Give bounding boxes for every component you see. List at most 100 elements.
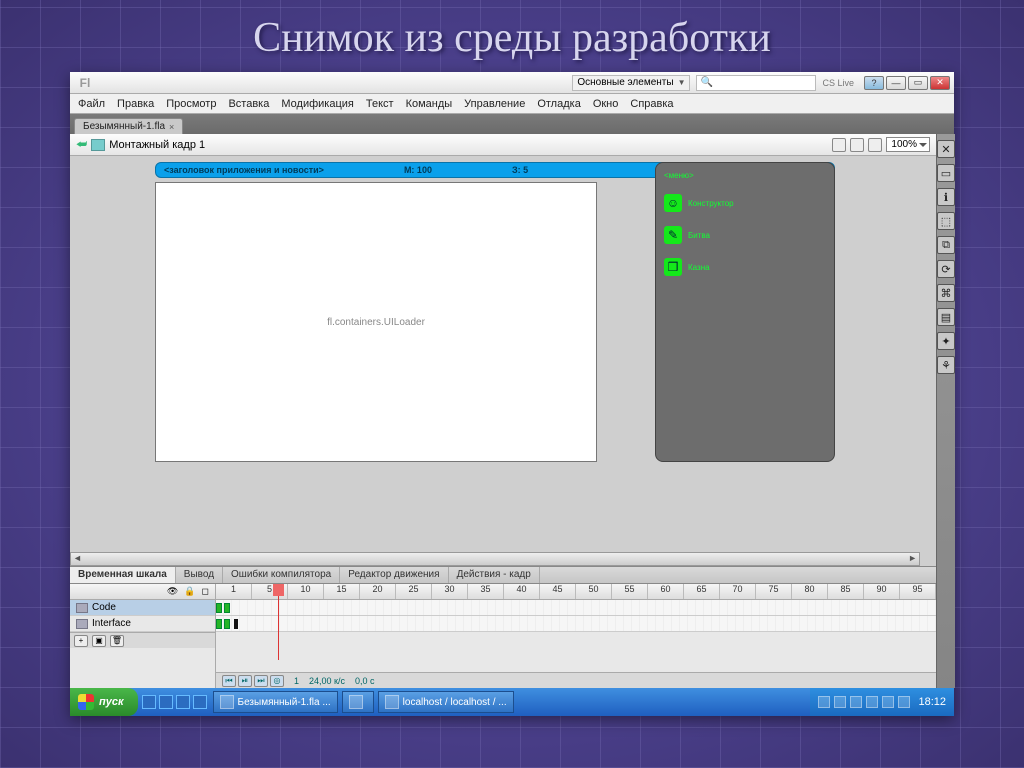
tool-button[interactable]: ⌘ [937, 284, 955, 302]
close-icon[interactable]: × [169, 122, 174, 132]
tray-icon[interactable] [898, 696, 910, 708]
tool-button[interactable]: ⚘ [937, 356, 955, 374]
delete-layer-button[interactable]: 🗑 [110, 635, 124, 647]
keyframe-icon[interactable] [224, 603, 230, 613]
keyframe-icon[interactable] [216, 603, 222, 613]
lock-icon[interactable]: 🔒 [184, 586, 195, 597]
document-tab[interactable]: Безымянный-1.fla × [74, 118, 183, 134]
ruler-tick: 65 [684, 584, 720, 599]
workspace-label: Основные элементы [577, 77, 673, 88]
quick-launch-icon[interactable] [159, 695, 173, 709]
panel-tab[interactable]: Вывод [176, 567, 223, 583]
preview-menu-item[interactable]: ✎Битва [664, 226, 826, 244]
taskbar-item[interactable]: Безымянный-1.fla ... [213, 691, 338, 713]
app-titlebar: Fl Основные элементы ▼ 🔍 CS Live ? — ▭ ✕ [70, 72, 954, 94]
menu-справка[interactable]: Справка [630, 98, 673, 110]
tool-button[interactable]: ▭ [937, 164, 955, 182]
tray-icon[interactable] [850, 696, 862, 708]
tool-button[interactable]: ✦ [937, 332, 955, 350]
keyframe-icon[interactable] [216, 619, 222, 629]
minimize-button[interactable]: — [886, 76, 906, 90]
tool-button[interactable]: ⬚ [937, 212, 955, 230]
layer-row[interactable]: Interface [70, 616, 215, 632]
tool-button[interactable]: ⟳ [937, 260, 955, 278]
taskbar-item[interactable]: localhost / localhost / ... [378, 691, 514, 713]
frame-nav-icon[interactable]: ⏯ [238, 675, 252, 687]
document-tab-label: Безымянный-1.fla [83, 121, 165, 132]
menu-управление[interactable]: Управление [464, 98, 525, 110]
panel-tab[interactable]: Редактор движения [340, 567, 448, 583]
quick-launch-icon[interactable] [193, 695, 207, 709]
panel-tab[interactable]: Действия - кадр [449, 567, 540, 583]
layer-header: 👁 🔒 ◻ [70, 584, 215, 600]
new-folder-button[interactable]: ▣ [92, 635, 106, 647]
outline-icon[interactable]: ◻ [202, 586, 209, 597]
tray-icon[interactable] [882, 696, 894, 708]
right-toolbox: ✕ ▭ ℹ ⬚ ⧉ ⟳ ⌘ ▤ ✦ ⚘ [936, 134, 955, 688]
uiloader-placeholder: fl.containers.UILoader [155, 182, 597, 462]
new-layer-button[interactable]: + [74, 635, 88, 647]
ruler-tick: 35 [468, 584, 504, 599]
maximize-button[interactable]: ▭ [908, 76, 928, 90]
tool-button[interactable]: ℹ [937, 188, 955, 206]
preview-header-text: <заголовок приложения и новости> [164, 165, 324, 175]
menu-правка[interactable]: Правка [117, 98, 154, 110]
tray-icon[interactable] [818, 696, 830, 708]
panel-tab[interactable]: Ошибки компилятора [223, 567, 340, 583]
menu-команды[interactable]: Команды [406, 98, 453, 110]
ruler-tick: 20 [360, 584, 396, 599]
frames-column[interactable]: 15101520253035404550556065707580859095 ⏮ [216, 584, 936, 688]
tool-button[interactable]: ⧉ [937, 236, 955, 254]
menu-вставка[interactable]: Вставка [228, 98, 269, 110]
menu-файл[interactable]: Файл [78, 98, 105, 110]
edit-symbol-icon[interactable] [850, 138, 864, 152]
ruler-tick: 25 [396, 584, 432, 599]
keyframe-icon[interactable] [224, 619, 230, 629]
chevron-down-icon: ▼ [678, 78, 686, 87]
tool-button[interactable]: ✕ [937, 140, 955, 158]
frame-icon[interactable] [234, 619, 238, 629]
preview-menu-title: <меню> [664, 171, 826, 180]
tray-icon[interactable] [866, 696, 878, 708]
tool-button[interactable]: ▤ [937, 308, 955, 326]
menu-отладка[interactable]: Отладка [537, 98, 580, 110]
panel-tab[interactable]: Временная шкала [70, 567, 176, 583]
layer-column: 👁 🔒 ◻ Code Interface + ▣ 🗑 [70, 584, 216, 688]
eye-icon[interactable]: 👁 [167, 586, 178, 597]
preview-menu-item[interactable]: ❒Казна [664, 258, 826, 276]
playhead[interactable] [278, 584, 279, 660]
track-row[interactable] [216, 600, 936, 616]
edit-scene-icon[interactable] [832, 138, 846, 152]
menu-окно[interactable]: Окно [593, 98, 619, 110]
frame-nav-icon[interactable]: ⏮ [222, 675, 236, 687]
horizontal-scrollbar[interactable] [70, 552, 920, 566]
menu-текст[interactable]: Текст [366, 98, 394, 110]
taskbar-item[interactable] [342, 691, 374, 713]
tray-icon[interactable] [834, 696, 846, 708]
quick-launch-icon[interactable] [176, 695, 190, 709]
zoom-selector[interactable]: 100% [886, 137, 930, 152]
start-button[interactable]: пуск [70, 688, 138, 716]
scene-back-icon[interactable]: ⮨ [76, 137, 87, 152]
menu-модификация[interactable]: Модификация [281, 98, 354, 110]
layer-row[interactable]: Code [70, 600, 215, 616]
timeline-panel: 👁 🔒 ◻ Code Interface + ▣ 🗑 15101520253035… [70, 584, 936, 688]
onion-skin-icon[interactable]: ◎ [270, 675, 284, 687]
track-row[interactable] [216, 616, 936, 632]
cs-live-link[interactable]: CS Live [822, 78, 854, 88]
layer-name: Interface [92, 618, 131, 629]
workspace-selector[interactable]: Основные элементы ▼ [572, 75, 690, 91]
menu-item-label: Битва [688, 231, 710, 240]
search-input[interactable]: 🔍 [696, 75, 816, 91]
document-tabstrip: Безымянный-1.fla × [70, 114, 954, 134]
quick-launch-icon[interactable] [142, 695, 156, 709]
help-button[interactable]: ? [864, 76, 884, 90]
menu-просмотр[interactable]: Просмотр [166, 98, 216, 110]
ruler-tick: 50 [576, 584, 612, 599]
preview-menu-item[interactable]: ☺Конструктор [664, 194, 826, 212]
stage-scroll[interactable]: <заголовок приложения и новости> М: 100 … [70, 156, 936, 566]
zoom-tool-icon[interactable] [868, 138, 882, 152]
close-button[interactable]: ✕ [930, 76, 950, 90]
frame-nav-icon[interactable]: ⏭ [254, 675, 268, 687]
app-logo: Fl [76, 76, 94, 90]
